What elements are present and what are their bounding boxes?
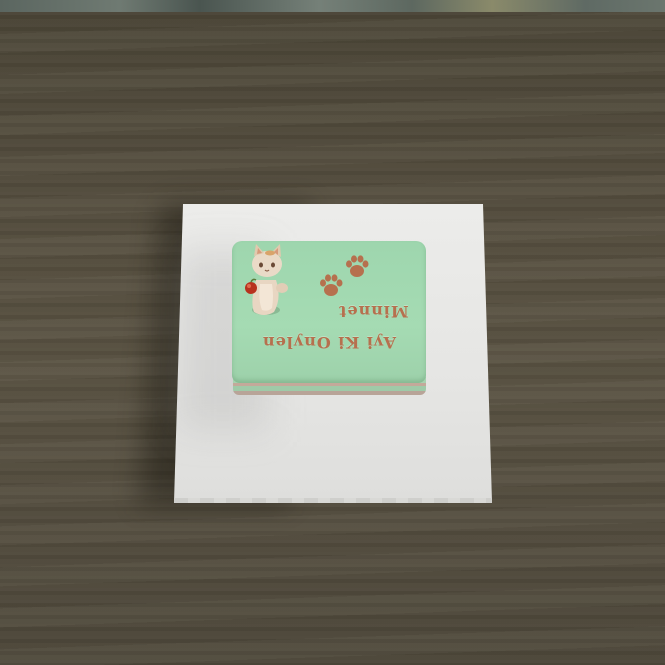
- cake-text-line2: Ayi Ki Onylen: [262, 333, 397, 352]
- cake-board-edge: [174, 498, 492, 503]
- paw-print-icon: [346, 255, 369, 277]
- game-scene: Minnet Ayi Ki Onylen: [0, 0, 665, 665]
- paw-print-icon: [320, 274, 343, 296]
- cat-figurine-icon[interactable]: [240, 240, 296, 320]
- background-wall: [0, 0, 665, 12]
- cake-text-line1: Minnet: [338, 302, 409, 321]
